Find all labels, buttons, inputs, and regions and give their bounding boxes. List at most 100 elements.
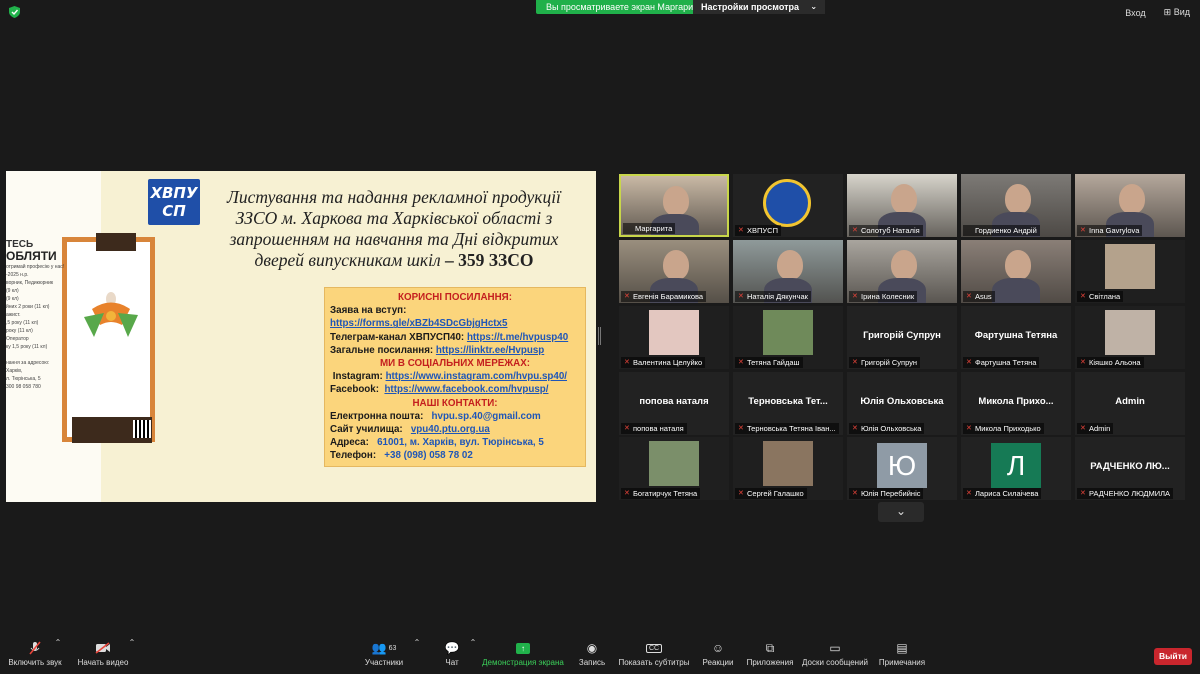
- participant-tile[interactable]: ✕ Тетяна Гайдаш: [733, 306, 843, 369]
- facebook-label: Facebook:: [330, 384, 379, 396]
- chat-button[interactable]: 💬 Чат: [438, 638, 466, 674]
- participant-name-label: ✕ Asus: [963, 291, 995, 302]
- share-screen-button[interactable]: ↑ Демонстрация экрана: [482, 638, 564, 674]
- mic-muted-icon: ✕: [624, 359, 630, 366]
- reactions-button[interactable]: ☺ Реакции: [700, 638, 736, 674]
- participant-display-name: Терновська Тет...: [748, 396, 828, 407]
- participant-tile[interactable]: Терновська Тет... ✕ Терновська Тетяна Іван…: [733, 372, 843, 435]
- participant-name-label: ✕ Admin: [1077, 423, 1114, 434]
- split-view-handle[interactable]: [598, 327, 601, 345]
- poster-line: Оператор: [6, 336, 29, 342]
- mic-muted-icon: ✕: [852, 359, 858, 366]
- participant-tile[interactable]: Микола Прихо... ✕ Микола Приходько: [961, 372, 1071, 435]
- participant-name: попова наталя: [633, 424, 684, 433]
- leave-button[interactable]: Выйти: [1154, 648, 1192, 665]
- logo-text: ХВПУ СП: [150, 184, 198, 220]
- view-button[interactable]: ⊞ Вид: [1164, 7, 1190, 18]
- participant-name: РАДЧЕНКО ЛЮДМИЛА: [1089, 489, 1171, 498]
- participant-display-name: попова наталя: [639, 396, 709, 407]
- participant-tile[interactable]: ✕ ХВПУСП: [733, 174, 843, 237]
- participant-name-label: ✕ Юлія Ольховська: [849, 423, 925, 434]
- participant-tile[interactable]: ✕ Кіяшко Альона: [1075, 306, 1185, 369]
- participant-tile[interactable]: ✕ Солотуб Наталія: [847, 174, 957, 237]
- participant-tile[interactable]: ✕ Наталія Дякунчак: [733, 240, 843, 303]
- participant-tile[interactable]: попова наталя ✕ попова наталя: [619, 372, 729, 435]
- participant-tile[interactable]: РАДЧЕНКО ЛЮ... ✕ РАДЧЕНКО ЛЮДМИЛА: [1075, 437, 1185, 500]
- participants-options-caret[interactable]: ⌃: [413, 638, 421, 674]
- participant-avatar: [763, 441, 813, 486]
- video-options-caret[interactable]: ⌃: [128, 638, 136, 674]
- participant-name: Кіяшко Альона: [1089, 358, 1141, 367]
- participant-name: Евгенія Барамикова: [633, 292, 704, 301]
- gallery-scroll-down-button[interactable]: ⌄: [878, 502, 924, 522]
- mic-icon: [626, 225, 633, 232]
- organization-logo-icon: [763, 179, 811, 227]
- participant-avatar: [1105, 310, 1155, 355]
- participant-tile[interactable]: ✕ Ірина Колесник: [847, 240, 957, 303]
- participant-tile[interactable]: ✕ Богатирчук Тетяна: [619, 437, 729, 500]
- participant-display-name: Admin: [1115, 396, 1145, 407]
- view-options-dropdown[interactable]: Настройки просмотра ⌄: [693, 0, 826, 14]
- participant-name: Валентина Целуйко: [633, 358, 703, 367]
- participant-tile[interactable]: Фартушна Тетяна ✕ Фартушна Тетяна: [961, 306, 1071, 369]
- poster-line: ОБЛЯТИ: [6, 249, 57, 263]
- useful-links-box: КОРИСНІ ПОСИЛАННЯ: Заява на вступ: https…: [324, 287, 586, 467]
- mic-muted-icon: ✕: [966, 425, 972, 432]
- slide-title-line: запрошенням на навчання та Дні відкритих: [229, 229, 559, 249]
- mic-icon: [966, 227, 973, 234]
- top-bar: Вы просматриваете экран Маргарита Настро…: [0, 0, 1200, 24]
- poster-line: ку 1,5 року (11 кл): [6, 344, 48, 350]
- participant-display-name: РАДЧЕНКО ЛЮ...: [1090, 461, 1170, 472]
- captions-button[interactable]: CC Показать субтитры: [618, 638, 690, 674]
- participant-name: Григорій Супрун: [861, 358, 918, 367]
- chevron-down-icon: ⌄: [810, 2, 818, 11]
- poster-line: ТЕСЬ: [6, 239, 34, 250]
- mic-muted-icon: ✕: [624, 490, 630, 497]
- participant-tile[interactable]: Ю ✕ Юлія Перебийніс: [847, 437, 957, 500]
- participant-tile[interactable]: Маргарита: [619, 174, 729, 237]
- notes-icon: ▤: [896, 641, 908, 655]
- participant-figure: [1005, 184, 1031, 214]
- participant-name: Світлана: [1089, 292, 1121, 301]
- record-label: Запись: [578, 658, 606, 667]
- chevron-down-icon: ⌄: [895, 504, 907, 518]
- mic-muted-icon: ✕: [852, 425, 858, 432]
- participants-button[interactable]: 👥 63 Участники: [362, 638, 406, 674]
- participant-name: Терновська Тетяна Іван...: [747, 424, 836, 433]
- general-link: https://linktr.ee/Hvpusp: [435, 344, 545, 356]
- poster-line: ворник, Педикюрник: [6, 280, 54, 286]
- poster-line: -2025 н.р.: [6, 272, 29, 278]
- exit-button[interactable]: Вход: [1125, 8, 1145, 18]
- poster-line: Харків,: [6, 368, 23, 374]
- whiteboards-button[interactable]: ▭ Доски сообщений: [800, 638, 870, 674]
- security-shield-icon[interactable]: [9, 6, 20, 18]
- participant-tile[interactable]: ✕ Asus: [961, 240, 1071, 303]
- apps-button[interactable]: ⧉ Приложения: [744, 638, 796, 674]
- participant-tile[interactable]: ✕ Евгенія Барамикова: [619, 240, 729, 303]
- email-value: hvpu.sp.40@gmail.com: [431, 410, 541, 422]
- participant-name-label: ✕ Ірина Колесник: [849, 291, 918, 302]
- start-video-button[interactable]: Начать видео: [76, 638, 130, 674]
- site-label: Сайт училища:: [330, 424, 403, 436]
- participant-name: Гордиенко Андрій: [975, 226, 1037, 235]
- participant-name-label: ✕ Світлана: [1077, 291, 1124, 302]
- chat-options-caret[interactable]: ⌃: [469, 638, 477, 674]
- facebook-link: https://www.facebook.com/hvpusp/: [384, 384, 549, 396]
- participant-tile[interactable]: Admin ✕ Admin: [1075, 372, 1185, 435]
- participant-tile[interactable]: Л ✕ Лариса Силаічева: [961, 437, 1071, 500]
- notes-button[interactable]: ▤ Примечания: [876, 638, 928, 674]
- poster-text: ТЕСЬ ОБЛЯТИ отримай професію у нас! -202…: [6, 239, 66, 391]
- participant-tile[interactable]: ✕ Сергей Галашко: [733, 437, 843, 500]
- participant-tile[interactable]: ✕ Валентина Целуйко: [619, 306, 729, 369]
- apps-icon: ⧉: [765, 640, 775, 655]
- captions-label: Показать субтитры: [618, 658, 690, 667]
- participant-tile[interactable]: ✕ Inna Gavrylova: [1075, 174, 1185, 237]
- audio-options-caret[interactable]: ⌃: [54, 638, 62, 674]
- participant-tile[interactable]: ✕ Світлана: [1075, 240, 1185, 303]
- participant-tile[interactable]: Григорій Супрун ✕ Григорій Супрун: [847, 306, 957, 369]
- participant-tile[interactable]: Юлія Ольховська ✕ Юлія Ольховська: [847, 372, 957, 435]
- mic-muted-icon: ✕: [966, 293, 972, 300]
- record-button[interactable]: ◉ Запись: [574, 638, 610, 674]
- participant-tile[interactable]: Гордиенко Андрій: [961, 174, 1071, 237]
- telegram-link: https://t.me/hvpusp40: [466, 331, 569, 343]
